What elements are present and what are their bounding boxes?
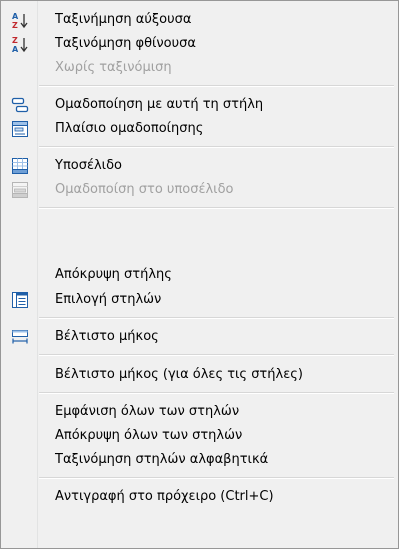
menu-separator: [39, 85, 394, 87]
menu-item-footer[interactable]: Υποσέλιδο: [3, 154, 396, 178]
context-menu: A Z Ταξινήμηση αύξουσα Z A Ταξινόμηση φθ…: [0, 0, 399, 549]
menu-item-best-fit-all[interactable]: Βέλτιστο μήκος (για όλες τις στήλες): [3, 363, 396, 387]
menu-item-label: Βέλτιστο μήκος (για όλες τις στήλες): [55, 367, 303, 382]
best-fit-icon: [11, 328, 29, 346]
menu-item-label: Αντιγραφή στο πρόχειρο (Ctrl+C): [55, 489, 274, 504]
group-by-column-icon: [11, 96, 29, 114]
menu-separator: [39, 354, 394, 356]
menu-item-label: Απόκρυψη όλων των στηλών: [55, 428, 243, 443]
menu-item-hide-all-columns[interactable]: Απόκρυψη όλων των στηλών: [3, 424, 396, 448]
group-box-icon: [11, 120, 29, 138]
menu-item-copy-to-clipboard[interactable]: Αντιγραφή στο πρόχειρο (Ctrl+C): [3, 485, 396, 509]
menu-item-sort-ascending[interactable]: A Z Ταξινήμηση αύξουσα: [3, 8, 396, 32]
menu-item-label: Ομαδοποίση στο υποσέλιδο: [55, 182, 234, 197]
svg-text:A: A: [12, 45, 19, 53]
menu-separator: [39, 146, 394, 148]
menu-item-label: Υποσέλιδο: [55, 158, 122, 173]
menu-item-label: Ταξινήμηση αύξουσα: [55, 12, 192, 27]
menu-item-sort-descending[interactable]: Z A Ταξινόμηση φθίνουσα: [3, 32, 396, 56]
footer-icon: [11, 157, 29, 175]
menu-item-label: Απόκρυψη στήλης: [55, 267, 172, 282]
menu-separator: [39, 392, 394, 394]
menu-separator: [39, 477, 394, 479]
column-chooser-icon: [11, 291, 29, 309]
menu-item-show-all-columns[interactable]: Εμφάνιση όλων των στηλών: [3, 400, 396, 424]
menu-item-group-box[interactable]: Πλαίσιο ομαδοποίησης: [3, 117, 396, 141]
menu-item-label: Πλαίσιο ομαδοποίησης: [55, 121, 204, 136]
svg-text:A: A: [12, 12, 19, 21]
svg-text:Z: Z: [12, 36, 18, 45]
svg-text:Z: Z: [12, 21, 18, 29]
menu-item-label: Βέλτιστο μήκος: [55, 329, 159, 344]
menu-item-clear-sort[interactable]: Χωρίς ταξινόμιση: [3, 56, 396, 80]
menu-item-label: Ομαδοποίηση με αυτή τη στήλη: [55, 97, 264, 112]
sort-descending-icon: Z A: [11, 35, 29, 53]
menu-item-column-chooser[interactable]: Επιλογή στηλών: [3, 288, 396, 312]
menu-item-label: Εμφάνιση όλων των στηλών: [55, 404, 240, 419]
menu-item-sort-columns-alphabetically[interactable]: Ταξινόμηση στηλών αλφαβητικά: [3, 448, 396, 472]
menu-item-hide-column[interactable]: Απόκρυψη στήλης: [3, 263, 396, 287]
menu-item-label: Ταξινόμηση στηλών αλφαβητικά: [55, 452, 269, 467]
menu-item-group-footer[interactable]: Ομαδοποίση στο υποσέλιδο: [3, 178, 396, 202]
menu-item-label: Χωρίς ταξινόμιση: [55, 60, 172, 75]
menu-item-label: Επιλογή στηλών: [55, 292, 162, 307]
menu-item-group-by-column[interactable]: Ομαδοποίηση με αυτή τη στήλη: [3, 93, 396, 117]
menu-separator: [39, 317, 394, 319]
sort-ascending-icon: A Z: [11, 11, 29, 29]
menu-item-best-fit[interactable]: Βέλτιστο μήκος: [3, 325, 396, 349]
menu-item-label: Ταξινόμηση φθίνουσα: [55, 36, 196, 51]
group-footer-icon: [11, 181, 29, 199]
menu-separator: [39, 207, 394, 209]
